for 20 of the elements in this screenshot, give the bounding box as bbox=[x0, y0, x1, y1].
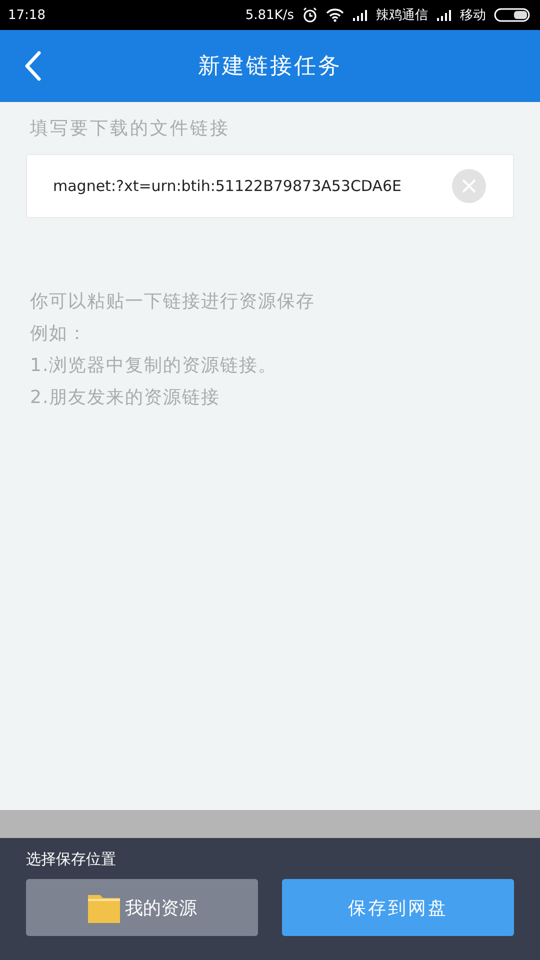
hint-text: 你可以粘贴一下链接进行资源保存 bbox=[30, 290, 316, 314]
save-button[interactable]: 保存到网盘 bbox=[282, 879, 514, 936]
back-icon[interactable] bbox=[24, 51, 42, 81]
save-location-label: 选择保存位置 bbox=[26, 850, 117, 869]
carrier-name: 移动 bbox=[460, 7, 486, 24]
hint-text: 1.浏览器中复制的资源链接。 bbox=[30, 354, 278, 378]
link-input-field[interactable]: magnet:?xt=urn:btih:51122B79873A53CDA6E bbox=[26, 154, 514, 218]
hint-text: 2.朋友发来的资源链接 bbox=[30, 386, 222, 410]
page-title: 新建链接任务 bbox=[198, 53, 342, 81]
hint-text: 例如： bbox=[30, 322, 88, 346]
alarm-icon bbox=[302, 7, 318, 23]
field-label: 填写要下载的文件链接 bbox=[30, 117, 231, 140]
network-speed: 5.81K/s bbox=[245, 8, 294, 22]
signal-icon bbox=[352, 9, 368, 21]
wifi-icon bbox=[326, 8, 344, 22]
status-time: 17:18 bbox=[8, 8, 46, 22]
carrier-name: 辣鸡通信 bbox=[376, 7, 428, 24]
signal-icon bbox=[436, 9, 452, 21]
battery-icon bbox=[494, 8, 530, 22]
location-button[interactable]: 我的资源 bbox=[26, 879, 258, 936]
